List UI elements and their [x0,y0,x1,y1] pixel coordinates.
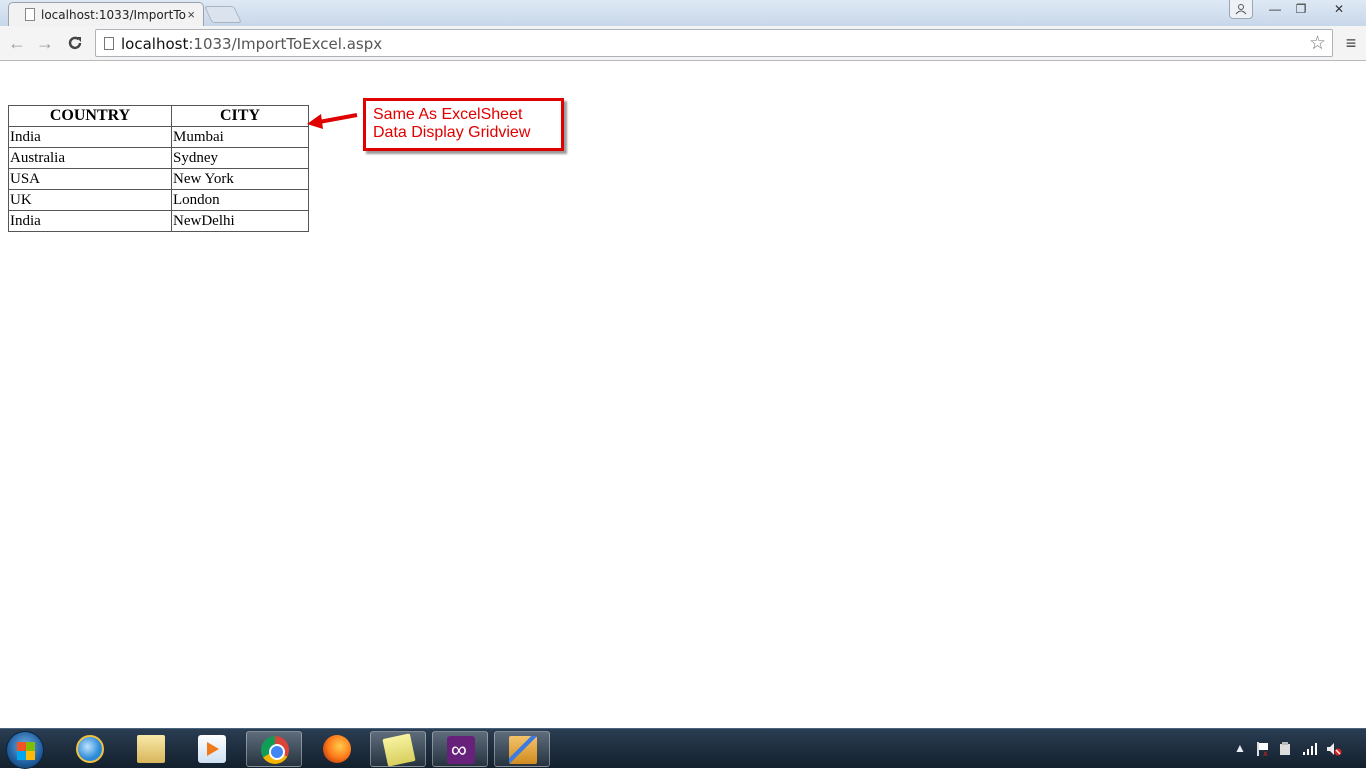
reload-icon[interactable] [63,31,87,55]
internet-explorer-icon [76,735,104,763]
taskbar-media-player[interactable] [184,731,240,767]
windows-logo-icon-lower [17,751,35,760]
table-row: USA New York [8,168,309,190]
annotation-line-1: Same As ExcelSheet [373,106,523,123]
back-arrow-icon[interactable]: ← [5,31,29,55]
cell-country: USA [8,168,172,190]
taskbar-sticky-notes[interactable] [370,731,426,767]
column-header-city: CITY [171,105,309,127]
forward-arrow-icon[interactable]: → [33,31,57,55]
address-bar[interactable]: localhost:1033/ImportToExcel.aspx ☆ [95,29,1333,57]
maximize-button[interactable]: ❐ [1290,0,1312,19]
chrome-icon [261,736,289,764]
cell-city: London [171,189,309,211]
tab-title: localhost:1033/ImportToE [41,8,187,22]
taskbar-cleanup-tool[interactable] [494,731,550,767]
page-icon [25,8,35,21]
sticky-notes-icon [382,733,416,767]
table-row: India NewDelhi [8,210,309,232]
signal-strength-icon[interactable] [1302,742,1318,756]
taskbar: ▲ x [0,728,1366,769]
taskbar-file-explorer[interactable] [123,731,179,767]
taskbar-visual-studio[interactable] [432,731,488,767]
start-button[interactable] [6,731,44,769]
table-row: India Mumbai [8,126,309,148]
browser-toolbar: ← → localhost:1033/ImportToExcel.aspx ☆ … [0,26,1366,61]
taskbar-firefox[interactable] [309,731,365,767]
table-row: Australia Sydney [8,147,309,169]
volume-muted-icon[interactable] [1326,741,1342,757]
firefox-icon [323,735,351,763]
user-icon [1235,4,1247,15]
profile-button[interactable] [1229,0,1253,19]
annotation-arrow-icon [307,113,358,129]
folder-icon [137,735,165,763]
svg-text:x: x [1263,749,1268,757]
taskbar-chrome[interactable] [246,731,302,767]
cell-city: NewDelhi [171,210,309,232]
bookmark-star-icon[interactable]: ☆ [1309,32,1326,55]
column-header-country: COUNTRY [8,105,172,127]
page-icon [104,37,114,50]
gridview-table: COUNTRY CITY India Mumbai Australia Sydn… [8,105,309,232]
reload-glyph [68,36,82,50]
broom-icon [509,736,537,764]
tab-close-icon[interactable]: × [187,7,195,22]
cell-country: Australia [8,147,172,169]
action-center-flag-icon[interactable]: x [1256,741,1270,757]
close-window-button[interactable]: ✕ [1328,0,1350,19]
tab-strip: localhost:1033/ImportToE × — ❐ ✕ [0,0,1366,26]
show-hidden-icons-arrow[interactable]: ▲ [1234,741,1246,755]
new-tab-button[interactable] [204,6,242,23]
taskbar-internet-explorer[interactable] [62,731,118,767]
media-player-icon [198,735,226,763]
table-row: UK London [8,189,309,211]
table-header-row: COUNTRY CITY [8,105,309,127]
browser-tab[interactable]: localhost:1033/ImportToE × [8,2,204,26]
cell-city: Sydney [171,147,309,169]
visual-studio-icon [447,736,475,764]
cell-city: Mumbai [171,126,309,148]
cell-country: India [8,210,172,232]
cell-city: New York [171,168,309,190]
network-device-icon[interactable] [1278,741,1292,757]
url-text[interactable]: localhost:1033/ImportToExcel.aspx [121,35,382,53]
annotation-callout: Same As ExcelSheet Data Display Gridview [363,98,564,151]
cell-country: UK [8,189,172,211]
minimize-button[interactable]: — [1264,0,1286,19]
menu-icon[interactable]: ≡ [1340,31,1362,55]
annotation-line-2: Data Display Gridview [373,124,531,141]
cell-country: India [8,126,172,148]
